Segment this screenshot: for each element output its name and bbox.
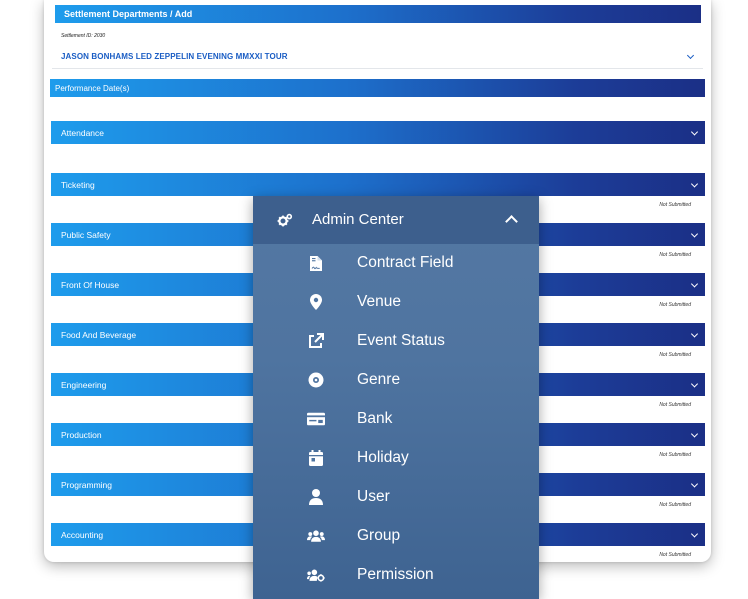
menu-item-holiday[interactable]: Holiday [253,439,539,478]
menu-item-label: Contract Field [357,254,454,271]
menu-item-label: Genre [357,371,401,388]
menu-item-label: Group [357,527,401,544]
users-cog-icon [307,566,325,584]
external-link-icon [307,332,325,350]
section-label: Ticketing [61,179,95,190]
chevron-up-icon[interactable] [505,215,518,228]
performance-dates-label: Performance Date(s) [55,83,130,93]
chevron-down-icon [690,379,699,388]
menu-item-label: Bank [357,410,393,427]
chevron-down-icon [690,529,699,538]
status-text: Not Submitted [659,352,691,358]
page-title: Settlement Departments / Add [64,9,193,19]
status-text: Not Submitted [659,502,691,508]
menu-item-event-status[interactable]: Event Status [253,322,539,361]
chevron-down-icon [690,329,699,338]
status-text: Not Submitted [659,252,691,258]
status-text: Not Submitted [659,402,691,408]
menu-item-label: Holiday [357,449,409,466]
menu-item-contract-field[interactable]: Contract Field [253,244,539,283]
page-header-bar: Settlement Departments / Add [55,5,701,23]
menu-item-permission[interactable]: Permission [253,556,539,595]
menu-item-bank[interactable]: Bank [253,400,539,439]
chevron-down-icon [690,479,699,488]
calendar-day-icon [307,449,325,467]
section-ticketing[interactable]: Ticketing [51,173,705,196]
settlement-id: Settlement ID: 2030 [61,33,106,39]
section-attendance[interactable]: Attendance [51,121,705,144]
menu-item-label: Venue [357,293,401,310]
menu-item-venue[interactable]: Venue [253,283,539,322]
event-select-chevron-icon[interactable] [686,51,695,60]
section-label: Food And Beverage [61,329,137,340]
compact-disc-icon [307,371,325,389]
menu-item-group[interactable]: Group [253,517,539,556]
map-marker-icon [307,293,325,311]
menu-item-label: Event Status [357,332,445,349]
performance-dates-bar[interactable]: Performance Date(s) [50,79,705,97]
chevron-down-icon [690,279,699,288]
divider [52,68,703,69]
admin-center-header[interactable]: Admin Center [253,196,539,244]
section-label: Front Of House [61,279,120,290]
menu-item-genre[interactable]: Genre [253,361,539,400]
user-icon [307,488,325,506]
chevron-down-icon [690,127,699,136]
section-label: Programming [61,479,113,490]
status-text: Not Submitted [659,552,691,558]
section-label: Engineering [61,379,107,390]
menu-item-user[interactable]: User [253,478,539,517]
admin-center-menu: Admin Center Contract Field Venue Event … [253,196,539,599]
section-label: Production [61,429,102,440]
menu-item-label: Permission [357,566,434,583]
menu-item-label: User [357,488,390,505]
chevron-down-icon [690,229,699,238]
section-label: Accounting [61,529,104,540]
status-text: Not Submitted [659,302,691,308]
section-label: Attendance [61,127,105,138]
status-text: Not Submitted [659,452,691,458]
status-text: Not Submitted [659,202,691,208]
users-icon [307,527,325,545]
section-label: Public Safety [61,229,111,240]
chevron-down-icon [690,179,699,188]
cogs-icon [277,213,293,232]
file-contract-icon [307,254,325,272]
event-select[interactable]: JASON BONHAMS LED ZEPPELIN EVENING MMXXI… [61,52,288,61]
admin-center-title: Admin Center [312,211,404,228]
money-check-icon [307,410,325,428]
chevron-down-icon [690,429,699,438]
